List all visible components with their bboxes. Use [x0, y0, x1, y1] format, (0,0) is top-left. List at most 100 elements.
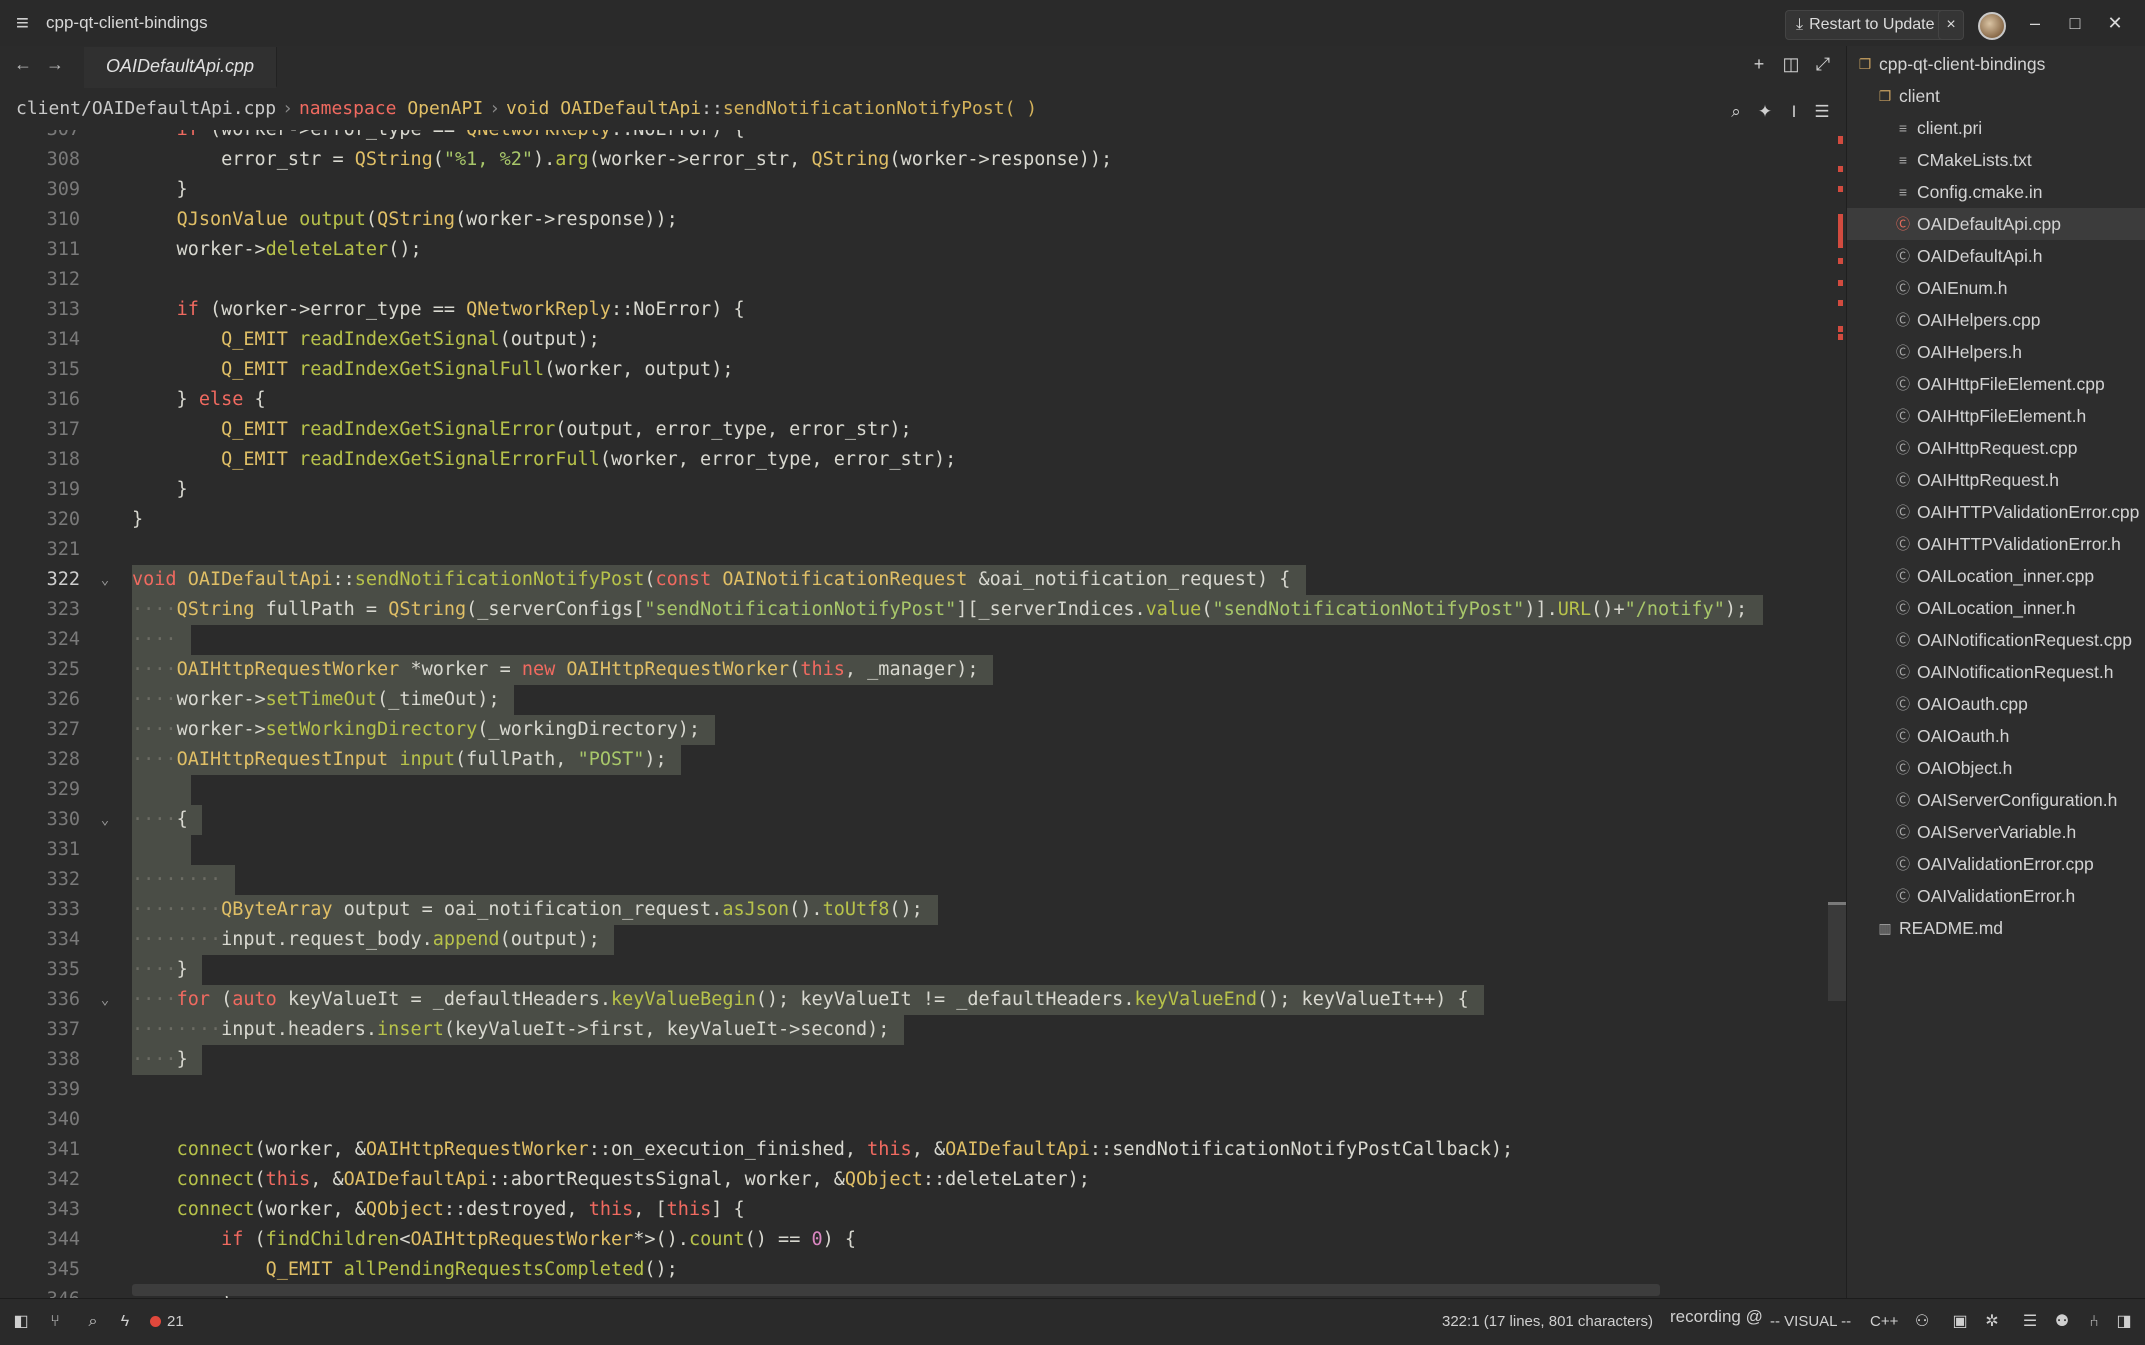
code-line[interactable]: 331 [0, 835, 1830, 865]
horizontal-scrollbar[interactable] [132, 1284, 1660, 1296]
code-text[interactable]: ········ [132, 865, 221, 895]
file-tree-item[interactable]: Ⓒ OAIOauth.cpp [1847, 688, 2145, 720]
code-text[interactable]: ········input.headers.insert(keyValueIt-… [132, 1015, 889, 1045]
code-text[interactable]: ····worker->setTimeOut(_timeOut); [132, 685, 500, 715]
code-text[interactable]: connect(this, &OAIDefaultApi::abortReque… [132, 1165, 1090, 1195]
line-number[interactable]: 341 [0, 1135, 80, 1165]
code-line[interactable]: 343 connect(worker, &QObject::destroyed,… [0, 1195, 1830, 1225]
code-text[interactable]: error_str = QString("%1, %2").arg(worker… [132, 145, 1112, 175]
breadcrumb-class[interactable]: OAIDefaultApi [560, 98, 701, 119]
close-window-button[interactable]: ✕ [2101, 11, 2129, 35]
file-tree-item[interactable]: Ⓒ OAIServerConfiguration.h [1847, 784, 2145, 816]
code-line[interactable]: 308 error_str = QString("%1, %2").arg(wo… [0, 145, 1830, 175]
fold-chevron-icon[interactable]: ⌄ [98, 565, 112, 595]
line-number[interactable]: 319 [0, 475, 80, 505]
file-tree-item[interactable]: Ⓒ OAIObject.h [1847, 752, 2145, 784]
file-tree-item[interactable]: Ⓒ OAILocation_inner.h [1847, 592, 2145, 624]
code-line[interactable]: 320} [0, 505, 1830, 535]
code-line[interactable]: 333 ········QByteArray output = oai_notif… [0, 895, 1830, 925]
debug-icon[interactable]: ✲ [1982, 1312, 2002, 1332]
line-number[interactable]: 328 [0, 745, 80, 775]
line-number[interactable]: 332 [0, 865, 80, 895]
code-text[interactable]: ····{ [132, 805, 188, 835]
diagnostic-marker[interactable] [1838, 258, 1843, 264]
line-number[interactable]: 333 [0, 895, 80, 925]
outline-icon[interactable]: ☰ [2020, 1312, 2040, 1332]
diagnostic-marker[interactable] [1838, 186, 1843, 192]
code-text[interactable]: Q_EMIT readIndexGetSignalFull(worker, ou… [132, 355, 733, 385]
code-text[interactable]: ········QByteArray output = oai_notifica… [132, 895, 923, 925]
code-text[interactable]: worker->deleteLater(); [132, 235, 422, 265]
code-line[interactable]: 322 ⌄ void OAIDefaultApi::sendNotification… [0, 565, 1830, 595]
diagnostics-count[interactable]: 21 [150, 1313, 184, 1330]
code-line[interactable]: 341 connect(worker, &OAIHttpRequestWorke… [0, 1135, 1830, 1165]
line-number[interactable]: 334 [0, 925, 80, 955]
file-tree-item[interactable]: Ⓒ OAIValidationError.cpp [1847, 848, 2145, 880]
file-tree-item[interactable]: ▥ README.md [1847, 912, 2145, 944]
line-number[interactable]: 320 [0, 505, 80, 535]
code-text[interactable]: ····} [132, 955, 188, 985]
file-tree-item[interactable]: Ⓒ OAIDefaultApi.cpp [1847, 208, 2145, 240]
diagnostic-marker[interactable] [1838, 166, 1843, 172]
line-number[interactable]: 331 [0, 835, 80, 865]
file-tree-item[interactable]: Ⓒ OAIOauth.h [1847, 720, 2145, 752]
code-line[interactable]: 312 [0, 265, 1830, 295]
collab-icon[interactable]: ⚉ [2052, 1312, 2072, 1332]
code-line[interactable]: 344 if (findChildren<OAIHttpRequestWorke… [0, 1225, 1830, 1255]
diagnostic-marker[interactable] [1838, 136, 1843, 144]
code-line[interactable]: 338 ····} [0, 1045, 1830, 1075]
file-tree-item[interactable]: Ⓒ OAILocation_inner.cpp [1847, 560, 2145, 592]
file-tree-item[interactable]: ❐ client [1847, 80, 2145, 112]
file-tree-item[interactable]: Ⓒ OAIHttpRequest.h [1847, 464, 2145, 496]
code-text[interactable]: } [132, 505, 143, 535]
file-tree-item[interactable]: Ⓒ OAIEnum.h [1847, 272, 2145, 304]
code-text[interactable]: if (findChildren<OAIHttpRequestWorker*>(… [132, 1225, 856, 1255]
code-line[interactable]: 319 } [0, 475, 1830, 505]
code-text[interactable]: } else { [132, 385, 266, 415]
line-number[interactable]: 321 [0, 535, 80, 565]
file-tree-item[interactable]: Ⓒ OAIDefaultApi.h [1847, 240, 2145, 272]
code-line[interactable]: 318 Q_EMIT readIndexGetSignalErrorFull(w… [0, 445, 1830, 475]
code-text[interactable]: if (worker->error_type == QNetworkReply:… [132, 295, 745, 325]
assistant-sparkle-icon[interactable]: ✦ [1754, 101, 1776, 123]
code-text[interactable]: connect(worker, &OAIHttpRequestWorker::o… [132, 1135, 1514, 1165]
terminal-icon[interactable]: ▣ [1950, 1312, 1970, 1332]
code-text[interactable]: Q_EMIT allPendingRequestsCompleted(); [132, 1255, 678, 1285]
code-text[interactable]: ····QString fullPath = QString(_serverCo… [132, 595, 1747, 625]
line-number[interactable]: 327 [0, 715, 80, 745]
line-number[interactable]: 340 [0, 1105, 80, 1135]
code-text[interactable]: ········input.request_body.append(output… [132, 925, 600, 955]
file-tree-item[interactable]: ≡ CMakeLists.txt [1847, 144, 2145, 176]
code-text[interactable]: QJsonValue output(QString(worker->respon… [132, 205, 678, 235]
line-number[interactable]: 344 [0, 1225, 80, 1255]
code-text[interactable]: } [132, 475, 188, 505]
branch-icon[interactable]: ⑃ [2084, 1312, 2104, 1332]
code-line[interactable]: 342 connect(this, &OAIDefaultApi::abortR… [0, 1165, 1830, 1195]
code-line[interactable]: 326 ····worker->setTimeOut(_timeOut); [0, 685, 1830, 715]
code-line[interactable]: 310 QJsonValue output(QString(worker->re… [0, 205, 1830, 235]
tab-oaidefaultapi-cpp[interactable]: OAIDefaultApi.cpp [84, 47, 277, 88]
line-number[interactable]: 329 [0, 775, 80, 805]
code-text[interactable]: } [132, 175, 188, 205]
language-selector[interactable]: C++ [1870, 1313, 1898, 1330]
line-number[interactable]: 314 [0, 325, 80, 355]
code-line[interactable]: 337 ········input.headers.insert(keyValue… [0, 1015, 1830, 1045]
diagnostic-marker[interactable] [1838, 334, 1843, 340]
line-number[interactable]: 346 [0, 1285, 80, 1298]
vertical-scrollbar[interactable] [1828, 130, 1846, 1298]
code-line[interactable]: 311 worker->deleteLater(); [0, 235, 1830, 265]
diagnostic-marker[interactable] [1838, 326, 1843, 332]
line-number[interactable]: 317 [0, 415, 80, 445]
code-line[interactable]: 332 ········ [0, 865, 1830, 895]
line-number[interactable]: 335 [0, 955, 80, 985]
line-number[interactable]: 337 [0, 1015, 80, 1045]
code-editor[interactable]: 307 if (worker->error_type == QNetworkRe… [0, 130, 1846, 1298]
code-line[interactable]: 323 ····QString fullPath = QString(_serve… [0, 595, 1830, 625]
toggle-sidebar-icon[interactable]: ◧ [11, 1312, 31, 1332]
code-text[interactable]: void OAIDefaultApi::sendNotificationNoti… [132, 565, 1290, 595]
code-text[interactable]: ····for (auto keyValueIt = _defaultHeade… [132, 985, 1469, 1015]
line-number[interactable]: 336 [0, 985, 80, 1015]
code-text[interactable]: Q_EMIT readIndexGetSignal(output); [132, 325, 600, 355]
minimize-button[interactable]: – [2021, 11, 2049, 35]
line-number[interactable]: 309 [0, 175, 80, 205]
